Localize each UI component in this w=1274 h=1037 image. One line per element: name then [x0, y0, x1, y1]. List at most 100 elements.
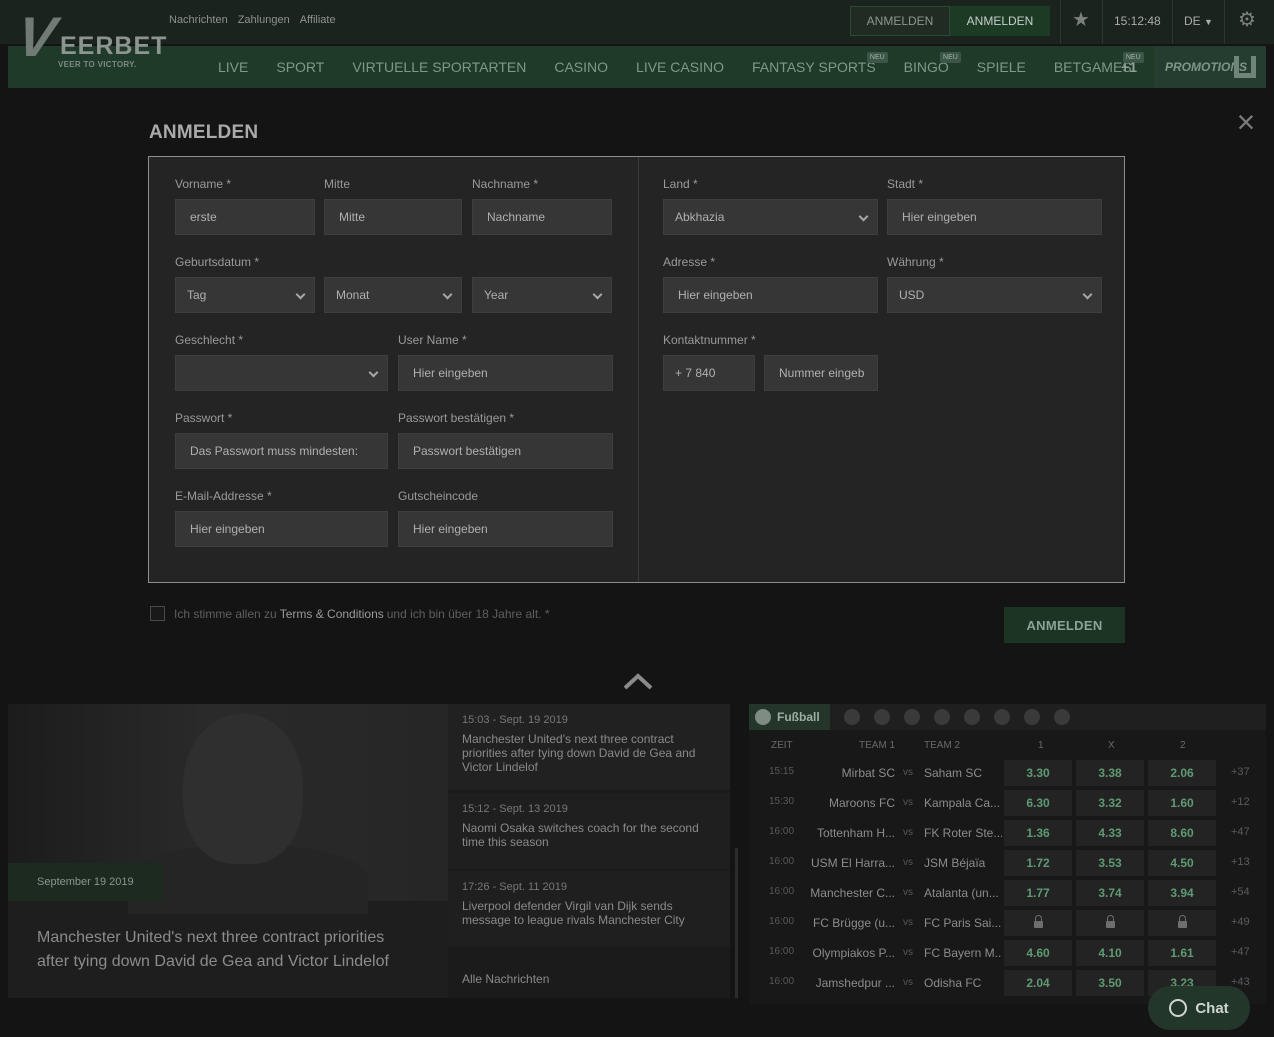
submit-button[interactable]: ANMELDEN: [1004, 607, 1125, 643]
sport-tab-icon[interactable]: [873, 709, 890, 725]
nav-item[interactable]: SPIELE: [963, 46, 1040, 88]
email-input[interactable]: Hier eingeben: [175, 511, 388, 547]
odd-2-button[interactable]: 8.60: [1148, 820, 1216, 846]
odd-1-button[interactable]: 1.36: [1004, 820, 1072, 846]
team-2[interactable]: Odisha FC: [924, 976, 1002, 990]
phone-prefix-input[interactable]: + 7 840: [663, 355, 755, 391]
odd-1-button[interactable]: [1004, 910, 1072, 936]
odd-x-button[interactable]: 4.33: [1076, 820, 1144, 846]
top-link-news[interactable]: Nachrichten: [169, 14, 228, 26]
team-2[interactable]: Saham SC: [924, 766, 1002, 780]
odd-x-button[interactable]: [1076, 910, 1144, 936]
gear-icon[interactable]: ⚙: [1236, 9, 1258, 31]
tab-football[interactable]: Fußball: [749, 704, 830, 730]
sport-tab-icon[interactable]: [993, 709, 1010, 725]
team-2[interactable]: FC Paris Sai...: [924, 916, 1002, 930]
close-icon[interactable]: ×: [1232, 106, 1260, 138]
team-1[interactable]: Manchester C...: [799, 886, 895, 900]
odd-x-button[interactable]: 3.53: [1076, 850, 1144, 876]
sport-tab-icon[interactable]: [1053, 709, 1070, 725]
nav-item[interactable]: LIVE: [204, 46, 262, 88]
team-1[interactable]: Jamshedpur ...: [799, 976, 895, 990]
more-markets[interactable]: +37: [1231, 766, 1250, 778]
nav-item[interactable]: BINGO NEU: [890, 46, 963, 88]
odd-x-button[interactable]: 3.38: [1076, 760, 1144, 786]
odd-x-button[interactable]: 4.10: [1076, 940, 1144, 966]
more-markets[interactable]: +47: [1231, 826, 1250, 838]
middle-name-input[interactable]: Mitte: [324, 199, 462, 235]
news-item[interactable]: 15:03 - Sept. 19 2019 Manchester United'…: [448, 704, 730, 790]
news-item[interactable]: 15:12 - Sept. 13 2019 Naomi Osaka switch…: [448, 793, 730, 869]
odd-2-button[interactable]: 3.94: [1148, 880, 1216, 906]
birth-year-select[interactable]: Year: [472, 277, 612, 313]
sport-tab-icon[interactable]: [843, 709, 860, 725]
password-input[interactable]: Das Passwort muss mindesten:: [175, 433, 388, 469]
nav-more-button[interactable]: +1: [1106, 46, 1152, 88]
team-1[interactable]: FC Brügge (u...: [799, 916, 895, 930]
odd-2-button[interactable]: 2.06: [1148, 760, 1216, 786]
odd-1-button[interactable]: 1.72: [1004, 850, 1072, 876]
language-select[interactable]: DE ▼: [1184, 14, 1213, 28]
currency-select[interactable]: USD: [887, 277, 1102, 313]
odd-1-button[interactable]: 3.30: [1004, 760, 1072, 786]
more-markets[interactable]: +12: [1231, 796, 1250, 808]
top-link-affiliate[interactable]: Affiliate: [300, 14, 336, 26]
more-markets[interactable]: +47: [1231, 946, 1250, 958]
birth-day-select[interactable]: Tag: [175, 277, 315, 313]
odd-1-button[interactable]: 2.04: [1004, 970, 1072, 996]
nav-item[interactable]: VIRTUELLE SPORTARTEN: [338, 46, 540, 88]
team-1[interactable]: Tottenham H...: [799, 826, 895, 840]
nav-item[interactable]: FANTASY SPORTS NEU: [738, 46, 890, 88]
news-item[interactable]: 17:26 - Sept. 11 2019 Liverpool defender…: [448, 871, 730, 947]
last-name-input[interactable]: Nachname: [472, 199, 612, 235]
team-1[interactable]: Olympiakos P...: [799, 946, 895, 960]
nav-item[interactable]: SPORT: [262, 46, 338, 88]
top-link-payments[interactable]: Zahlungen: [238, 14, 290, 26]
username-input[interactable]: Hier eingeben: [398, 355, 613, 391]
nav-item[interactable]: LIVE CASINO: [622, 46, 738, 88]
odd-x-button[interactable]: 3.74: [1076, 880, 1144, 906]
star-icon[interactable]: ★: [1070, 9, 1092, 31]
odd-2-button[interactable]: 1.60: [1148, 790, 1216, 816]
terms-link[interactable]: Terms & Conditions: [280, 607, 384, 621]
city-input[interactable]: Hier eingeben: [887, 199, 1102, 235]
sport-tab-icon[interactable]: [933, 709, 950, 725]
first-name-input[interactable]: erste: [175, 199, 315, 235]
more-markets[interactable]: +54: [1231, 886, 1250, 898]
phone-number-input[interactable]: Nummer eingeb: [764, 355, 878, 391]
nav-item[interactable]: CASINO: [540, 46, 622, 88]
team-2[interactable]: JSM Béjaïa: [924, 856, 1002, 870]
odd-x-button[interactable]: 3.50: [1076, 970, 1144, 996]
odd-2-button[interactable]: [1148, 910, 1216, 936]
odd-2-button[interactable]: 1.61: [1148, 940, 1216, 966]
logo[interactable]: V EERBET VEER TO VICTORY.: [14, 4, 167, 74]
more-markets[interactable]: +13: [1231, 856, 1250, 868]
odd-x-button[interactable]: 3.32: [1076, 790, 1144, 816]
terms-checkbox[interactable]: [150, 606, 165, 621]
team-1[interactable]: USM El Harra...: [799, 856, 895, 870]
gender-select[interactable]: [175, 355, 388, 391]
sport-tab-icon[interactable]: [903, 709, 920, 725]
odd-1-button[interactable]: 1.77: [1004, 880, 1072, 906]
team-2[interactable]: Kampala Ca...: [924, 796, 1002, 810]
signup-button[interactable]: ANMELDEN: [950, 6, 1050, 36]
sport-tab-icon[interactable]: [1023, 709, 1040, 725]
odd-2-button[interactable]: 4.50: [1148, 850, 1216, 876]
sport-tab-icon[interactable]: [963, 709, 980, 725]
birth-month-select[interactable]: Monat: [324, 277, 462, 313]
chat-button[interactable]: Chat: [1148, 986, 1250, 1030]
address-input[interactable]: Hier eingeben: [663, 277, 878, 313]
promotions-button[interactable]: PROMOTIONS: [1154, 46, 1266, 88]
odd-1-button[interactable]: 6.30: [1004, 790, 1072, 816]
password-confirm-input[interactable]: Passwort bestätigen: [398, 433, 613, 469]
news-scrollbar[interactable]: [735, 848, 738, 998]
all-news-link[interactable]: Alle Nachrichten: [462, 972, 549, 986]
news-hero-title[interactable]: Manchester United's next three contract …: [37, 926, 417, 974]
voucher-input[interactable]: Hier eingeben: [398, 511, 613, 547]
country-select[interactable]: Abkhazia: [663, 199, 878, 235]
odd-1-button[interactable]: 4.60: [1004, 940, 1072, 966]
team-2[interactable]: FC Bayern M...: [924, 946, 1002, 960]
team-2[interactable]: Atalanta (un...: [924, 886, 1002, 900]
team-1[interactable]: Maroons FC: [799, 796, 895, 810]
news-hero[interactable]: September 19 2019 Manchester United's ne…: [8, 704, 448, 998]
